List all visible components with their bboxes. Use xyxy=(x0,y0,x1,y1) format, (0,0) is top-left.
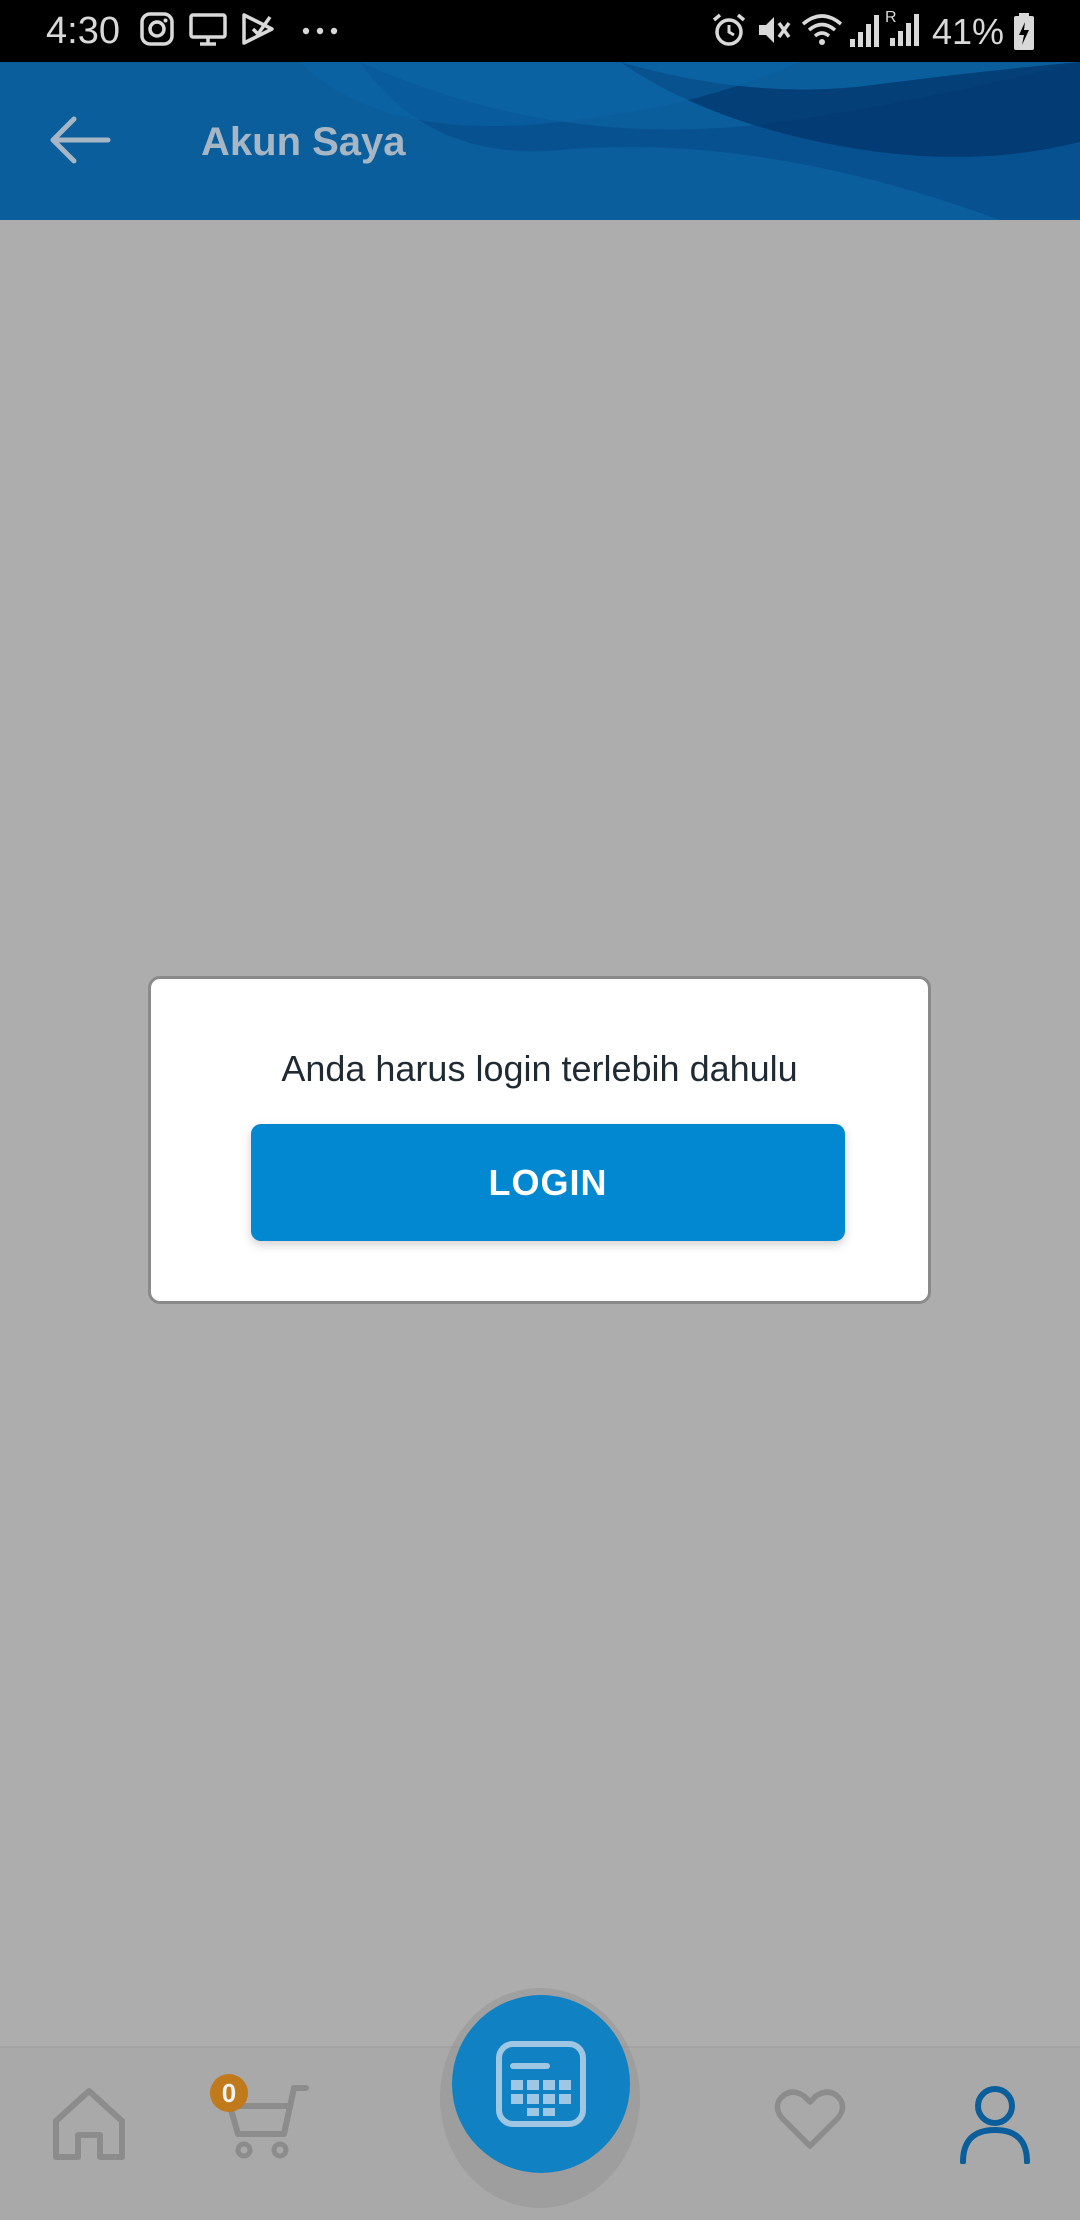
screen: 4:30 R 41% Akun Saya Anda harus login te… xyxy=(0,0,1080,2220)
login-button[interactable]: LOGIN xyxy=(251,1124,845,1241)
signal-icon xyxy=(850,15,879,47)
battery-charging-icon xyxy=(1014,13,1034,50)
status-bar: 4:30 R 41% xyxy=(0,0,1080,62)
task-check-icon xyxy=(242,13,274,45)
battery-percent: 41% xyxy=(932,11,1005,52)
mute-icon xyxy=(759,17,791,43)
calculator-button[interactable] xyxy=(452,1995,630,2173)
screen-mirror-icon xyxy=(189,13,227,46)
more-dots-icon xyxy=(302,27,338,35)
status-time: 4:30 xyxy=(46,10,120,52)
alarm-icon xyxy=(712,13,746,46)
back-button[interactable] xyxy=(46,110,116,170)
header-wave-background xyxy=(300,62,1080,220)
signal-roaming-icon: R xyxy=(885,9,919,46)
heart-icon[interactable] xyxy=(774,2088,846,2152)
app-header: Akun Saya xyxy=(0,62,1080,220)
dialog-message: Anda harus login terlebih dahulu xyxy=(281,1048,798,1089)
wifi-icon xyxy=(801,14,843,45)
calculator-icon xyxy=(496,2041,586,2127)
page-title: Akun Saya xyxy=(201,120,406,164)
user-icon[interactable] xyxy=(958,2084,1032,2164)
login-required-dialog: Anda harus login terlebih dahulu LOGIN xyxy=(148,976,931,1304)
instagram-icon xyxy=(140,12,174,46)
home-icon[interactable] xyxy=(50,2085,128,2163)
cart-count-badge: 0 xyxy=(210,2074,248,2112)
svg-text:R: R xyxy=(885,9,897,26)
